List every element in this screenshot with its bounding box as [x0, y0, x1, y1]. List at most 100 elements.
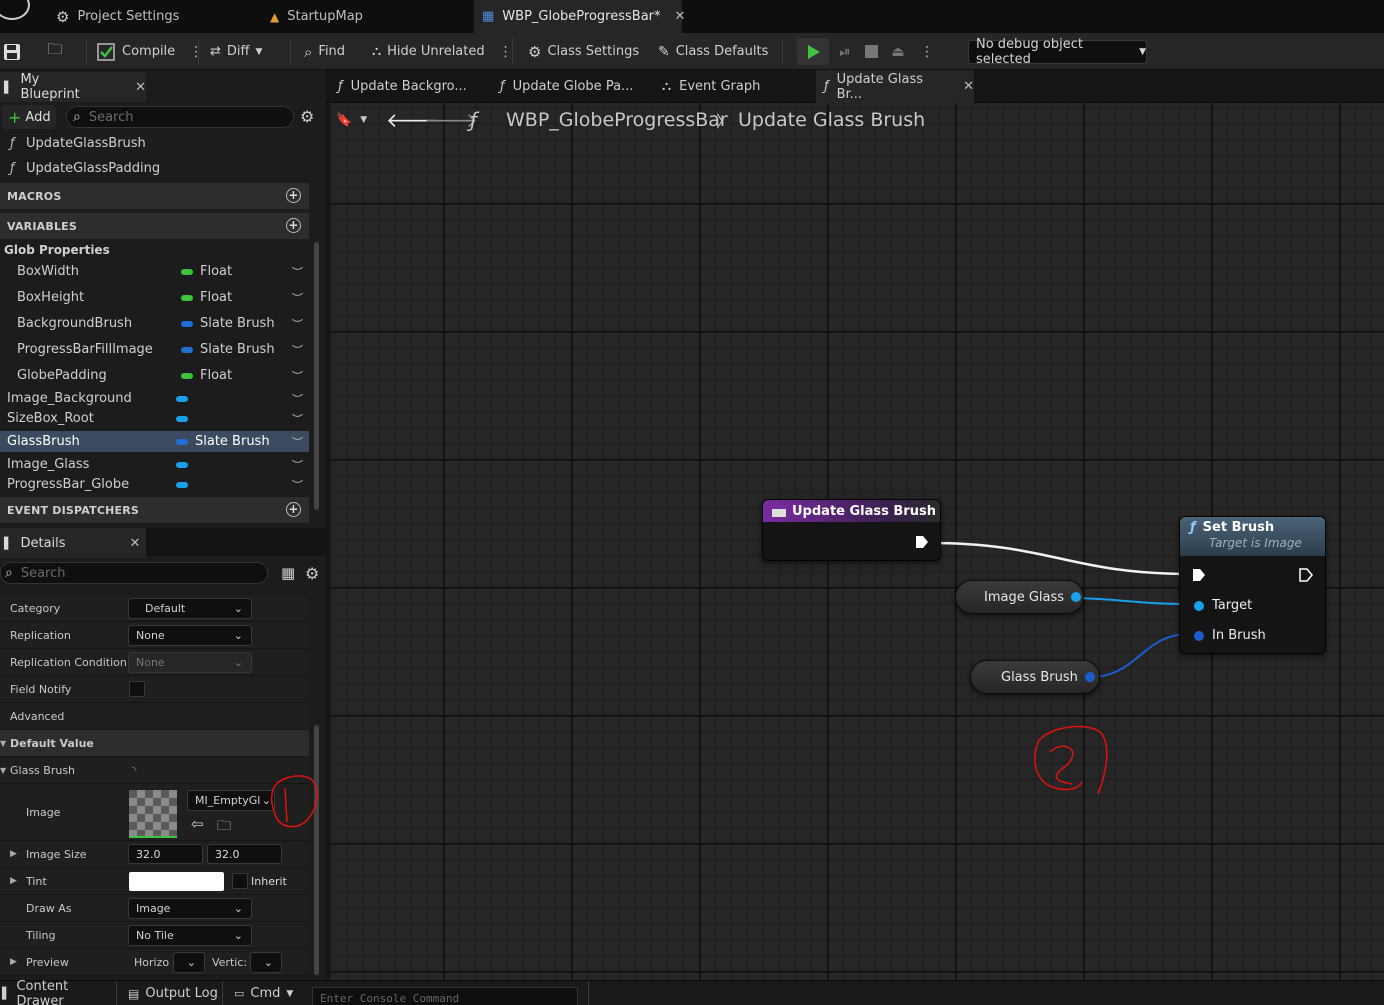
- visibility-eye-icon[interactable]: ︶: [292, 434, 303, 450]
- variable-item[interactable]: ProgressBar_Globe ︶: [0, 474, 309, 495]
- more-options-icon[interactable]: ⋮: [920, 33, 934, 70]
- close-icon[interactable]: ✕: [675, 9, 686, 24]
- unreal-logo-icon[interactable]: [0, 0, 30, 20]
- variable-item[interactable]: BoxWidth Float ︶: [0, 261, 309, 282]
- preview-vertical-dropdown[interactable]: ⌄: [250, 952, 282, 973]
- variable-type[interactable]: [176, 415, 195, 422]
- details-scrollbar[interactable]: [314, 725, 319, 975]
- use-selected-icon[interactable]: ⇦: [191, 815, 204, 833]
- stop-button[interactable]: [860, 33, 882, 70]
- exec-out-pin[interactable]: [1299, 568, 1313, 582]
- eject-button[interactable]: ⏏: [886, 33, 910, 70]
- variable-item[interactable]: Image_Glass ︶: [0, 454, 309, 475]
- chevron-right-icon[interactable]: ▶: [10, 957, 17, 967]
- variable-type[interactable]: Slate Brush: [181, 316, 275, 331]
- details-search-input[interactable]: ⌕ Search: [0, 562, 268, 584]
- function-item[interactable]: ƒ UpdateGlassPadding: [0, 158, 309, 179]
- browse-asset-icon[interactable]: 🗀: [217, 815, 231, 839]
- debug-object-dropdown[interactable]: No debug object selected ▼: [968, 37, 1147, 67]
- find-button[interactable]: ⌕ Find: [304, 33, 345, 70]
- visibility-eye-icon[interactable]: ︶: [292, 264, 303, 280]
- visibility-eye-icon[interactable]: ︶: [292, 411, 303, 427]
- tab-update-glass-brush[interactable]: ƒ Update Glass Br... ✕: [816, 70, 974, 103]
- visibility-eye-icon[interactable]: ︶: [292, 290, 303, 306]
- hide-unrelated-button[interactable]: ⛬ Hide Unrelated ⋮: [372, 33, 513, 70]
- default-value-header[interactable]: ▼ Default Value: [0, 730, 309, 757]
- variable-type[interactable]: [176, 461, 195, 468]
- image-size-y-input[interactable]: 32.0: [207, 844, 282, 864]
- image-thumbnail[interactable]: [129, 790, 177, 838]
- macros-section-header[interactable]: MACROS +: [0, 183, 309, 209]
- variable-type[interactable]: Float: [181, 368, 232, 383]
- variable-item[interactable]: BackgroundBrush Slate Brush ︶: [0, 313, 309, 334]
- close-icon[interactable]: ✕: [130, 536, 141, 551]
- variable-item[interactable]: GlobePadding Float ︶: [0, 365, 309, 386]
- tab-wbp-globe-progress-bar[interactable]: ▦ WBP_GlobeProgressBar* ✕: [474, 0, 685, 33]
- content-drawer-button[interactable]: ▌ Content Drawer: [0, 979, 116, 1005]
- compile-button[interactable]: Compile ⋮: [96, 33, 203, 70]
- more-options-icon[interactable]: ⋮: [189, 44, 203, 60]
- visibility-eye-icon[interactable]: ︶: [292, 391, 303, 407]
- add-dispatcher-icon[interactable]: +: [286, 502, 301, 517]
- tab-my-blueprint[interactable]: ▌ My Blueprint ✕: [0, 72, 146, 102]
- tab-update-background[interactable]: ƒ Update Backgro...: [334, 70, 486, 103]
- function-entry-node[interactable]: Update Glass Brush: [762, 499, 941, 561]
- more-options-icon[interactable]: ⋮: [499, 44, 513, 60]
- image-asset-dropdown[interactable]: MI_EmptyGl ⌄: [187, 790, 275, 811]
- console-command-input[interactable]: Enter Console Command: [312, 987, 578, 1005]
- variable-category[interactable]: Glob Properties: [0, 239, 309, 260]
- chevron-right-icon[interactable]: ▶: [10, 876, 17, 886]
- exec-in-pin[interactable]: [1192, 568, 1206, 582]
- cmd-dropdown[interactable]: ▭ Cmd ▼: [234, 981, 293, 1005]
- class-defaults-button[interactable]: ✎ Class Defaults: [658, 33, 768, 70]
- category-dropdown[interactable]: Default ⌄: [128, 598, 252, 619]
- variables-section-header[interactable]: VARIABLES +: [0, 213, 309, 239]
- set-brush-node[interactable]: ƒ Set Brush Target is Image Target In Br…: [1179, 516, 1326, 654]
- tiling-dropdown[interactable]: No Tile ⌄: [128, 925, 252, 946]
- class-settings-button[interactable]: ⚙ Class Settings: [528, 33, 639, 70]
- visibility-eye-icon[interactable]: ︶: [292, 368, 303, 384]
- variable-item[interactable]: ProgressBarFillImage Slate Brush ︶: [0, 339, 309, 360]
- visibility-eye-icon[interactable]: ︶: [292, 342, 303, 358]
- event-dispatchers-section-header[interactable]: EVENT DISPATCHERS +: [0, 497, 309, 523]
- visibility-eye-icon[interactable]: ︶: [292, 457, 303, 473]
- gear-icon[interactable]: ⚙: [300, 107, 314, 126]
- target-pin[interactable]: Target: [1194, 598, 1252, 613]
- advanced-row[interactable]: Advanced: [0, 703, 309, 730]
- output-pin[interactable]: [1071, 592, 1082, 602]
- tab-update-globe-padding[interactable]: ƒ Update Globe Pa...: [496, 70, 646, 103]
- gear-icon[interactable]: ⚙: [305, 564, 319, 583]
- output-log-button[interactable]: ▤ Output Log: [128, 981, 218, 1005]
- diff-button[interactable]: ⇄ Diff ▼: [210, 33, 262, 70]
- variable-type[interactable]: Slate Brush: [176, 434, 270, 449]
- function-item[interactable]: ƒ UpdateGlassBrush: [0, 133, 309, 154]
- image-glass-getter-node[interactable]: Image Glass: [955, 580, 1084, 614]
- step-button[interactable]: ⏯: [832, 33, 858, 70]
- close-icon[interactable]: ✕: [963, 79, 974, 94]
- panel-scrollbar[interactable]: [314, 242, 319, 510]
- blueprint-search-input[interactable]: ⌕ Search: [66, 106, 294, 128]
- draw-as-dropdown[interactable]: Image ⌄: [128, 898, 252, 919]
- variable-item[interactable]: SizeBox_Root ︶: [0, 408, 309, 429]
- tab-event-graph[interactable]: ⛬ Event Graph: [658, 70, 798, 103]
- reset-icon[interactable]: ◝: [132, 764, 136, 777]
- visibility-eye-icon[interactable]: ︶: [292, 477, 303, 493]
- exec-out-pin[interactable]: [915, 535, 929, 549]
- add-macro-icon[interactable]: +: [286, 188, 301, 203]
- variable-type[interactable]: Float: [181, 264, 232, 279]
- variable-type[interactable]: Slate Brush: [181, 342, 275, 357]
- variable-item[interactable]: Image_Background ︶: [0, 388, 309, 409]
- variable-type[interactable]: Float: [181, 290, 232, 305]
- glass-brush-row[interactable]: ▼ Glass Brush ◝: [0, 757, 309, 784]
- visibility-eye-icon[interactable]: ︶: [292, 316, 303, 332]
- chevron-right-icon[interactable]: ▶: [10, 849, 17, 859]
- preview-horizontal-dropdown[interactable]: ⌄: [173, 952, 205, 973]
- table-view-icon[interactable]: ▦: [281, 564, 295, 582]
- tab-project-settings[interactable]: ⚙ Project Settings: [56, 0, 206, 33]
- browse-button[interactable]: 🗀: [42, 33, 68, 70]
- play-button[interactable]: [797, 38, 829, 65]
- inherit-checkbox[interactable]: [232, 873, 248, 889]
- variable-type[interactable]: [176, 395, 195, 402]
- glass-brush-getter-node[interactable]: Glass Brush: [970, 660, 1100, 694]
- variable-item[interactable]: BoxHeight Float ︶: [0, 287, 309, 308]
